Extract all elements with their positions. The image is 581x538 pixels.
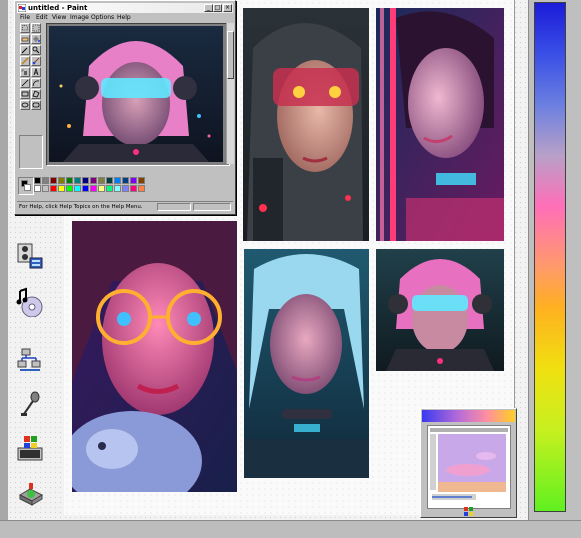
microphone-icon[interactable] xyxy=(16,390,44,420)
vertical-scrollbar[interactable] xyxy=(226,23,234,164)
pencil-icon[interactable] xyxy=(20,56,30,66)
maximize-button[interactable]: □ xyxy=(213,4,222,12)
artwork-blue-hair-choker xyxy=(244,249,369,478)
minimize-button[interactable]: _ xyxy=(204,4,213,12)
status-bar: For Help, click Help Topics on the Help … xyxy=(17,201,233,212)
status-size-cell xyxy=(193,203,231,211)
status-text: For Help, click Help Topics on the Help … xyxy=(19,204,143,210)
left-frame xyxy=(0,0,8,537)
background-color[interactable] xyxy=(24,184,31,191)
rounded-rect-icon[interactable] xyxy=(31,100,41,110)
palette-swatch[interactable] xyxy=(138,185,145,192)
palette-swatch[interactable] xyxy=(66,185,73,192)
menu-file[interactable]: File xyxy=(20,13,30,22)
curve-icon[interactable] xyxy=(31,78,41,88)
text-icon[interactable] xyxy=(31,67,41,77)
free-select-icon[interactable] xyxy=(20,23,30,33)
palette-swatch[interactable] xyxy=(90,185,97,192)
menu-view[interactable]: View xyxy=(52,13,66,22)
menu-bar: File Edit View Image Options Help xyxy=(17,13,233,22)
menu-help[interactable]: Help xyxy=(117,13,131,22)
media-player-icon[interactable] xyxy=(16,240,44,270)
palette-swatch[interactable] xyxy=(82,177,89,184)
current-colors[interactable] xyxy=(18,177,34,195)
line-icon[interactable] xyxy=(20,78,30,88)
palette-swatch[interactable] xyxy=(42,185,49,192)
bottom-frame xyxy=(0,520,581,538)
network-icon[interactable] xyxy=(16,343,44,373)
title-bar[interactable]: untitled - Paint _ □ × xyxy=(17,3,233,13)
disk-tool-icon[interactable] xyxy=(16,477,44,507)
windows-flag-icon[interactable] xyxy=(464,507,474,516)
rectangle-icon[interactable] xyxy=(20,89,30,99)
close-button[interactable]: × xyxy=(223,4,232,12)
swatch-grid xyxy=(34,177,168,193)
artwork-hooded-red-eyes xyxy=(243,8,369,241)
palette-swatch[interactable] xyxy=(106,185,113,192)
mini-paint-window[interactable] xyxy=(420,408,517,518)
polygon-icon[interactable] xyxy=(31,89,41,99)
tool-options-box[interactable] xyxy=(19,135,43,169)
menu-options[interactable]: Options xyxy=(91,13,114,22)
mini-window-screen xyxy=(427,425,511,509)
palette-swatch[interactable] xyxy=(98,177,105,184)
palette-swatch[interactable] xyxy=(122,177,129,184)
paint-window[interactable]: untitled - Paint _ □ × File Edit View Im… xyxy=(14,0,236,215)
magnifier-icon[interactable] xyxy=(31,45,41,55)
palette-swatch[interactable] xyxy=(66,177,73,184)
rect-select-icon[interactable] xyxy=(31,23,41,33)
palette-swatch[interactable] xyxy=(98,185,105,192)
airbrush-icon[interactable] xyxy=(20,67,30,77)
palette-swatch[interactable] xyxy=(50,177,57,184)
menu-image[interactable]: Image xyxy=(70,13,89,22)
spectrum-bar xyxy=(534,2,566,512)
artwork-visor-girl-small xyxy=(376,249,504,371)
menu-edit[interactable]: Edit xyxy=(36,13,48,22)
mini-window-title-bar[interactable] xyxy=(422,410,515,422)
artwork-paint-visor-girl[interactable] xyxy=(49,26,223,162)
scrollbar-thumb[interactable] xyxy=(227,31,234,79)
palette-swatch[interactable] xyxy=(74,185,81,192)
palette-swatch[interactable] xyxy=(82,185,89,192)
artwork-pink-neon-profile xyxy=(376,8,504,241)
eraser-icon[interactable] xyxy=(20,34,30,44)
windows-media-icon[interactable] xyxy=(16,434,44,464)
palette-swatch[interactable] xyxy=(138,177,145,184)
paint-canvas-frame xyxy=(46,23,230,166)
palette-swatch[interactable] xyxy=(122,185,129,192)
status-coords-cell xyxy=(157,203,191,211)
palette-swatch[interactable] xyxy=(58,185,65,192)
palette-swatch[interactable] xyxy=(114,185,121,192)
palette-swatch[interactable] xyxy=(90,177,97,184)
color-palette xyxy=(18,177,168,195)
palette-swatch[interactable] xyxy=(58,177,65,184)
color-picker-icon[interactable] xyxy=(20,45,30,55)
palette-swatch[interactable] xyxy=(74,177,81,184)
window-title: untitled - Paint xyxy=(28,4,88,12)
palette-swatch[interactable] xyxy=(34,177,41,184)
fill-bucket-icon[interactable] xyxy=(31,34,41,44)
cd-player-icon[interactable] xyxy=(16,287,44,317)
ellipse-icon[interactable] xyxy=(20,100,30,110)
brush-icon[interactable] xyxy=(31,56,41,66)
palette-swatch[interactable] xyxy=(114,177,121,184)
palette-swatch[interactable] xyxy=(130,177,137,184)
palette-swatch[interactable] xyxy=(34,185,41,192)
palette-swatch[interactable] xyxy=(42,177,49,184)
palette-swatch[interactable] xyxy=(130,185,137,192)
artwork-neon-glasses-girl xyxy=(72,221,237,492)
paint-app-icon xyxy=(17,3,27,13)
palette-swatch[interactable] xyxy=(50,185,57,192)
palette-swatch[interactable] xyxy=(106,177,113,184)
